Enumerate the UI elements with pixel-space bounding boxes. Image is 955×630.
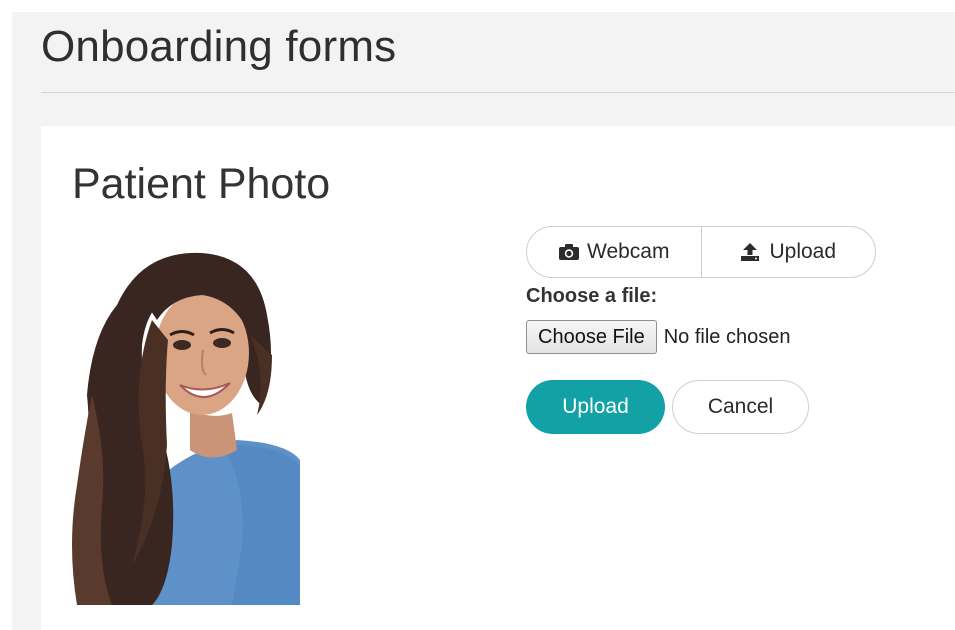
upload-tab[interactable]: Upload bbox=[700, 227, 876, 277]
webcam-tab[interactable]: Webcam bbox=[527, 227, 701, 277]
photo-source-toggle: Webcam Upload bbox=[526, 226, 876, 278]
upload-icon bbox=[740, 242, 762, 262]
card-title: Patient Photo bbox=[72, 160, 331, 208]
file-status: No file chosen bbox=[663, 325, 791, 348]
webcam-tab-label: Webcam bbox=[587, 240, 670, 263]
patient-photo bbox=[72, 245, 300, 605]
file-label: Choose a file: bbox=[526, 285, 658, 307]
upload-tab-label: Upload bbox=[769, 240, 837, 263]
upload-button[interactable]: Upload bbox=[526, 380, 665, 434]
file-input: Choose File No file chosen bbox=[526, 320, 790, 354]
choose-file-button[interactable]: Choose File bbox=[526, 320, 657, 354]
camera-icon bbox=[558, 243, 580, 261]
page-title: Onboarding forms bbox=[41, 22, 397, 71]
page: Onboarding forms Patient Photo Webcam Up… bbox=[0, 0, 955, 630]
title-divider bbox=[41, 92, 955, 93]
cancel-button[interactable]: Cancel bbox=[672, 380, 809, 434]
patient-photo-image bbox=[72, 245, 300, 605]
